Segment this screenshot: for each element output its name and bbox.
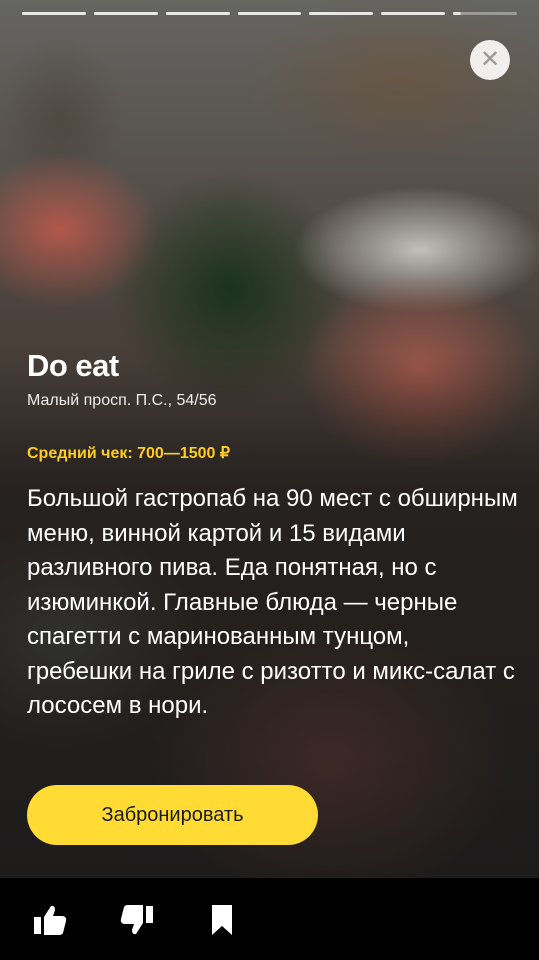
progress-segment	[309, 12, 374, 15]
progress-segment	[93, 12, 158, 15]
progress-segment	[237, 12, 302, 15]
dislike-icon	[120, 905, 153, 935]
book-button[interactable]: Забронировать	[27, 785, 318, 845]
place-name: Do eat	[27, 348, 119, 383]
place-info: Do eat Малый просп. П.С., 54/56 Средний …	[27, 348, 519, 724]
like-button[interactable]	[30, 900, 70, 940]
dislike-button[interactable]	[117, 900, 157, 940]
progress-segment	[165, 12, 230, 15]
average-check: Средний чек: 700—1500 ₽	[27, 445, 231, 462]
bottom-bar	[0, 878, 539, 960]
progress-segment	[22, 12, 86, 15]
bookmark-button[interactable]	[202, 900, 242, 940]
story-progress	[22, 12, 518, 15]
story-card[interactable]: ✕ Do eat Малый просп. П.С., 54/56 Средни…	[0, 0, 539, 878]
bookmark-icon	[212, 905, 232, 935]
like-icon	[34, 905, 67, 935]
close-button[interactable]: ✕	[470, 40, 510, 80]
close-icon: ✕	[479, 46, 501, 73]
progress-segment	[381, 12, 446, 15]
place-description: Большой гастропаб на 90 мест с обширным …	[27, 485, 518, 719]
progress-segment-current	[453, 12, 518, 15]
place-address: Малый просп. П.С., 54/56	[27, 392, 217, 409]
